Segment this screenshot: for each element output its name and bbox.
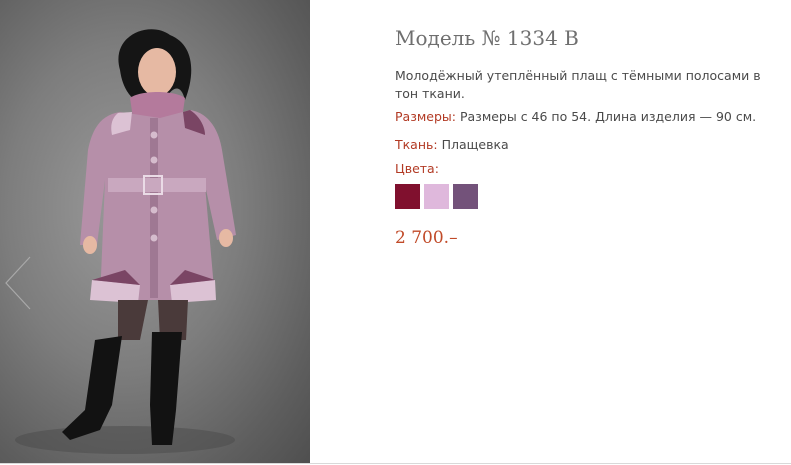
model-illustration	[15, 29, 236, 454]
product-title: Модель № 1334 В	[395, 26, 579, 50]
fabric-value: Плащевка	[441, 137, 509, 152]
sizes-row: Размеры: Размеры с 46 по 54. Длина издел…	[395, 109, 756, 124]
bottom-divider	[0, 463, 791, 464]
fabric-row: Ткань: Плащевка	[395, 137, 509, 152]
color-swatches	[395, 184, 478, 209]
product-price: 2 700.–	[395, 228, 458, 248]
chevron-left-icon	[5, 256, 31, 310]
product-description: Молодёжный утеплённый плащ с тёмными пол…	[395, 68, 761, 101]
sizes-label: Размеры:	[395, 109, 456, 124]
color-swatch-burgundy[interactable]	[395, 184, 420, 209]
color-swatch-plum[interactable]	[453, 184, 478, 209]
sizes-value: Размеры с 46 по 54. Длина изделия — 90 с…	[459, 109, 757, 124]
product-photo	[0, 0, 310, 463]
fabric-label: Ткань:	[395, 137, 438, 152]
product-page: Модель № 1334 В Молодёжный утеплённый пл…	[0, 0, 791, 465]
gallery-prev-button[interactable]	[2, 255, 34, 311]
colors-row: Цвета:	[395, 161, 439, 176]
colors-label: Цвета:	[395, 161, 439, 176]
color-swatch-light-pink[interactable]	[424, 184, 449, 209]
